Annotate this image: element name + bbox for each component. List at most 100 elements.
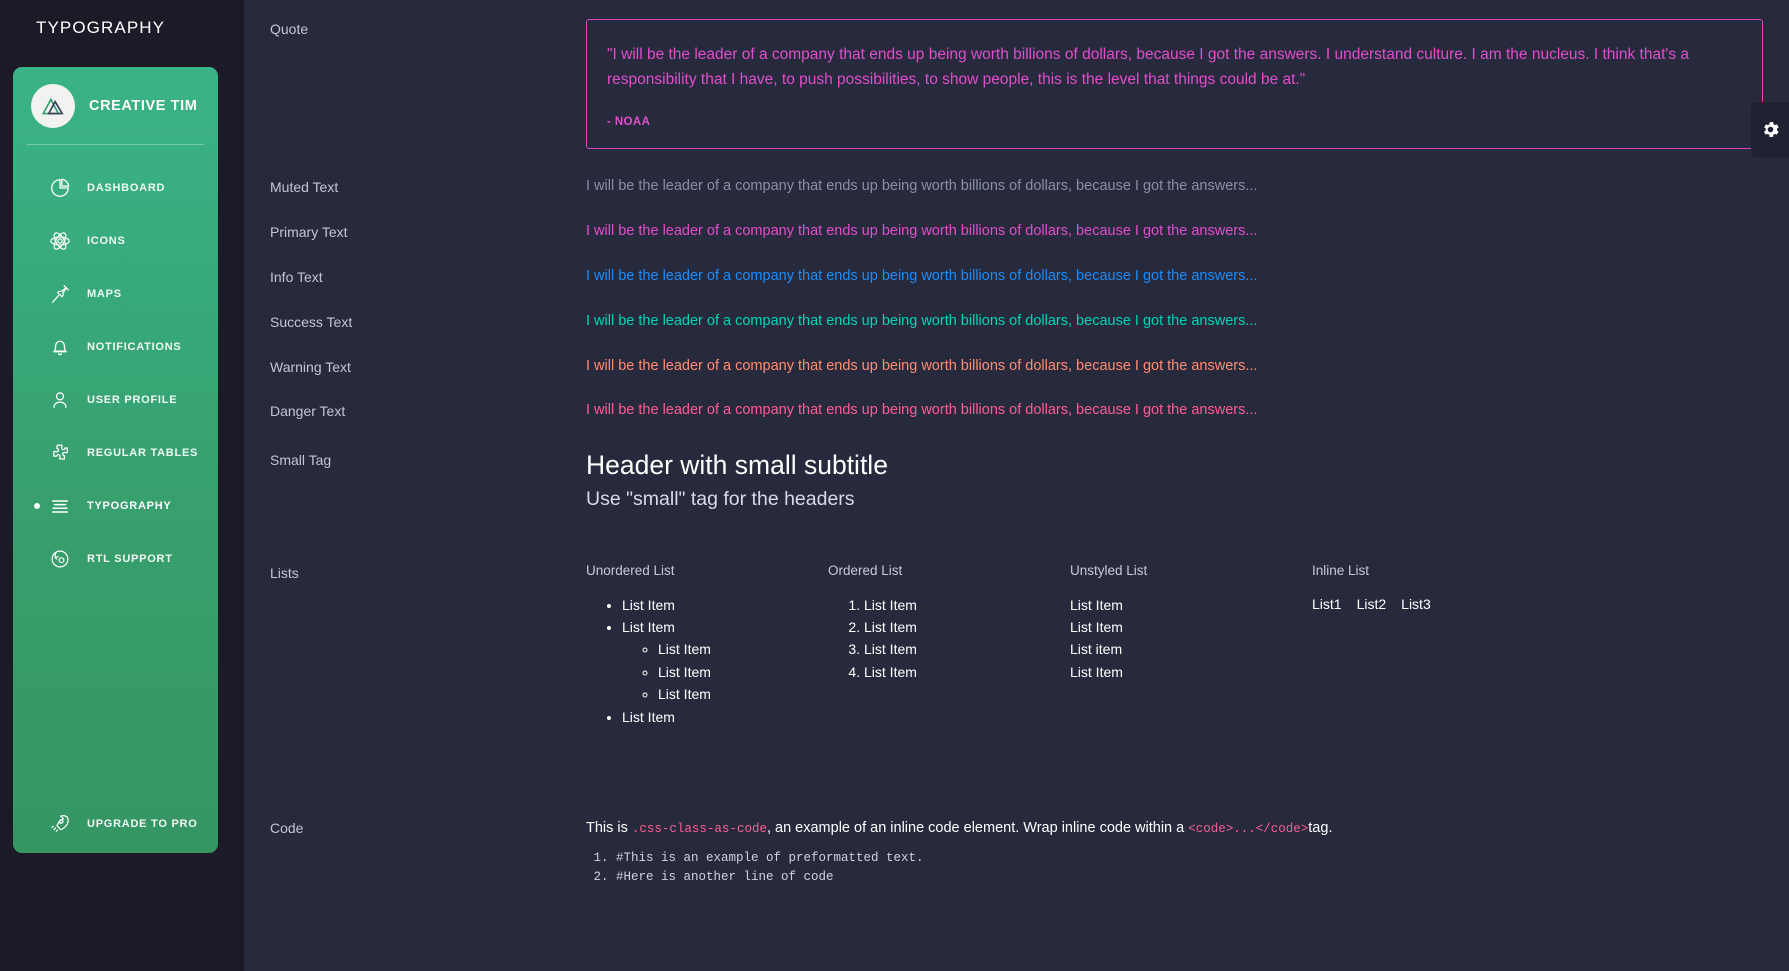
rocket-icon xyxy=(49,813,71,835)
sidebar-item-notifications[interactable]: NOTIFICATIONS xyxy=(13,320,218,373)
row-label-lists: Lists xyxy=(270,563,586,581)
unstyled-list-title: Unstyled List xyxy=(1070,563,1312,578)
list-item: List Item xyxy=(622,708,828,730)
align-left-icon xyxy=(49,495,71,517)
list-item: List Item xyxy=(658,640,828,662)
row-warning-text: Warning Text I will be the leader of a c… xyxy=(244,331,1789,376)
row-label-code: Code xyxy=(270,818,586,836)
row-label-quote: Quote xyxy=(270,19,586,37)
sidebar-item-typography[interactable]: TYPOGRAPHY xyxy=(13,479,218,532)
list-item: List Item xyxy=(1070,663,1312,685)
list-item: List Item xyxy=(1070,596,1312,618)
list-item: List Item xyxy=(622,596,828,618)
quote-content: "I will be the leader of a company that … xyxy=(586,19,1789,149)
sidebar: CREATIVE TIM DASHBOARD xyxy=(13,67,218,853)
list-item: List Item xyxy=(864,640,1070,662)
row-muted-text: Muted Text I will be the leader of a com… xyxy=(244,149,1789,196)
upgrade-to-pro-button[interactable]: UPGRADE TO PRO xyxy=(13,795,218,853)
sidebar-nav: DASHBOARD ICONS xyxy=(13,161,218,795)
sample-text-warning: I will be the leader of a company that e… xyxy=(586,357,1789,376)
sidebar-item-label: NOTIFICATIONS xyxy=(87,341,181,353)
quote-text: "I will be the leader of a company that … xyxy=(607,42,1742,92)
row-label-muted: Muted Text xyxy=(270,177,586,195)
sidebar-item-label: USER PROFILE xyxy=(87,394,177,406)
list-item: List Item xyxy=(864,596,1070,618)
gear-icon xyxy=(1760,119,1781,140)
list-item: List item xyxy=(1070,640,1312,662)
bell-icon xyxy=(49,336,71,358)
unordered-list: List Item List Item List Item List Item … xyxy=(586,596,828,731)
css-class-code: .css-class-as-code xyxy=(632,822,767,836)
row-label-success: Success Text xyxy=(270,312,586,330)
settings-panel-toggle[interactable] xyxy=(1751,102,1789,157)
row-success-text: Success Text I will be the leader of a c… xyxy=(244,286,1789,331)
sidebar-item-label: ICONS xyxy=(87,235,126,247)
list-item: List Item xyxy=(864,663,1070,685)
lists-grid: Unordered List List Item List Item List … xyxy=(586,563,1789,731)
sidebar-item-label: RTL SUPPORT xyxy=(87,553,173,565)
small-tag-header: Header with small subtitle xyxy=(586,450,1789,481)
app-root: TYPOGRAPHY CREATIVE TIM xyxy=(0,0,1789,971)
row-quote: Quote "I will be the leader of a company… xyxy=(244,0,1789,149)
row-info-text: Info Text I will be the leader of a comp… xyxy=(244,241,1789,286)
quote-box: "I will be the leader of a company that … xyxy=(586,19,1763,149)
row-small-tag: Small Tag Header with small subtitle Use… xyxy=(244,420,1789,510)
sidebar-item-label: REGULAR TABLES xyxy=(87,447,198,459)
upgrade-label: UPGRADE TO PRO xyxy=(87,818,198,830)
code-sentence-suffix: tag. xyxy=(1308,820,1332,836)
unordered-nested-list: List Item List Item List Item xyxy=(622,640,828,707)
list-item: List Item xyxy=(658,663,828,685)
user-icon xyxy=(49,389,71,411)
preformatted-code-list: #This is an example of preformatted text… xyxy=(586,849,1789,888)
code-tag-sample: <code>...</code> xyxy=(1188,822,1308,836)
sample-text-info: I will be the leader of a company that e… xyxy=(586,267,1789,286)
list-item: List Item xyxy=(658,685,828,707)
list-item: List Item xyxy=(622,618,828,640)
sidebar-item-label: DASHBOARD xyxy=(87,182,165,194)
inline-code-sentence: This is .css-class-as-code, an example o… xyxy=(586,818,1789,839)
sample-text-muted: I will be the leader of a company that e… xyxy=(586,177,1789,196)
row-danger-text: Danger Text I will be the leader of a co… xyxy=(244,375,1789,420)
list-item: List Item xyxy=(1070,618,1312,640)
ordered-list-title: Ordered List xyxy=(828,563,1070,578)
sidebar-item-rtl-support[interactable]: RTL SUPPORT xyxy=(13,532,218,585)
sidebar-divider xyxy=(27,144,204,145)
pie-chart-icon xyxy=(49,177,71,199)
sidebar-brand-label: CREATIVE TIM xyxy=(89,98,197,114)
sidebar-item-dashboard[interactable]: DASHBOARD xyxy=(13,161,218,214)
row-lists: Lists Unordered List List Item List Item… xyxy=(244,511,1789,731)
sidebar-item-label: MAPS xyxy=(87,288,122,300)
mountain-logo-icon xyxy=(31,84,75,128)
unordered-list-title: Unordered List xyxy=(586,563,828,578)
sidebar-item-maps[interactable]: MAPS xyxy=(13,267,218,320)
inline-list: List1 List2 List3 xyxy=(1312,596,1554,612)
sidebar-item-icons[interactable]: ICONS xyxy=(13,214,218,267)
pin-icon xyxy=(49,283,71,305)
quote-author: - NOAA xyxy=(607,116,1742,128)
sample-text-primary: I will be the leader of a company that e… xyxy=(586,222,1789,241)
main-content: Quote "I will be the leader of a company… xyxy=(244,0,1789,971)
sidebar-container: TYPOGRAPHY CREATIVE TIM xyxy=(0,0,244,971)
row-label-danger: Danger Text xyxy=(270,401,586,419)
small-tag-subtitle: Use "small" tag for the headers xyxy=(586,488,1789,511)
page-title: TYPOGRAPHY xyxy=(36,18,165,38)
inline-list-column: Inline List List1 List2 List3 xyxy=(1312,563,1554,731)
code-sentence-prefix: This is xyxy=(586,820,632,836)
code-line-item: #This is an example of preformatted text… xyxy=(616,849,1789,868)
sidebar-brand[interactable]: CREATIVE TIM xyxy=(13,67,218,144)
globe-icon xyxy=(49,548,71,570)
sidebar-item-user-profile[interactable]: USER PROFILE xyxy=(13,373,218,426)
row-label-primary: Primary Text xyxy=(270,222,586,240)
unstyled-list: List Item List Item List item List Item xyxy=(1070,596,1312,686)
unordered-list-column: Unordered List List Item List Item List … xyxy=(586,563,828,731)
row-code: Code This is .css-class-as-code, an exam… xyxy=(244,730,1789,887)
list-item: List3 xyxy=(1401,596,1431,612)
code-sentence-middle: , an example of an inline code element. … xyxy=(767,820,1188,836)
unstyled-list-column: Unstyled List List Item List Item List i… xyxy=(1070,563,1312,731)
sidebar-item-regular-tables[interactable]: REGULAR TABLES xyxy=(13,426,218,479)
ordered-list: List Item List Item List Item List Item xyxy=(828,596,1070,686)
list-item: List Item xyxy=(864,618,1070,640)
inline-list-title: Inline List xyxy=(1312,563,1554,578)
list-item: List1 xyxy=(1312,596,1342,612)
puzzle-icon xyxy=(49,442,71,464)
